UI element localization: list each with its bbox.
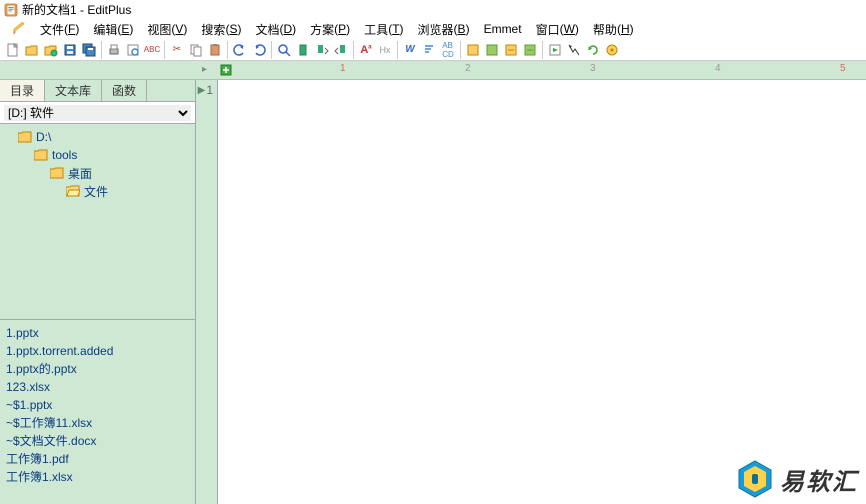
file-item[interactable]: 工作簿1.pdf	[6, 450, 189, 468]
tree-label: 桌面	[68, 165, 92, 182]
tool-bookmark-next[interactable]	[313, 41, 331, 59]
ruler-mark-3: 3	[590, 63, 596, 74]
drive-select[interactable]: [D:] 软件	[4, 105, 191, 121]
file-item[interactable]: 1.pptx	[6, 324, 189, 342]
tool-save[interactable]	[61, 41, 79, 59]
tool-box3[interactable]	[502, 41, 520, 59]
tool-bookmark-prev[interactable]	[332, 41, 350, 59]
gutter: ▶1	[196, 80, 218, 504]
editor: ▶1	[196, 80, 866, 504]
watermark-icon	[738, 460, 772, 498]
tree-item[interactable]: 文件	[2, 182, 193, 200]
tree-label: tools	[52, 148, 77, 162]
tool-cut[interactable]: ✂	[168, 41, 186, 59]
tool-undo[interactable]	[231, 41, 249, 59]
tool-print[interactable]	[105, 41, 123, 59]
menu-edit[interactable]: 编辑(E)	[87, 20, 139, 39]
file-item[interactable]: ~$文档文件.docx	[6, 432, 189, 450]
tree-item[interactable]: 桌面	[2, 164, 193, 182]
tab-functions[interactable]: 函数	[102, 80, 147, 101]
tree-label: 文件	[84, 183, 108, 200]
tool-sort1[interactable]	[420, 41, 438, 59]
tool-paste[interactable]	[206, 41, 224, 59]
toolbar: ABC ✂ Aa Hx W ABCD	[0, 39, 866, 61]
folder-tree[interactable]: D:\ tools 桌面 文件	[0, 124, 195, 319]
tab-cliptext[interactable]: 文本库	[45, 80, 102, 101]
line-number: ▶1	[196, 82, 217, 98]
watermark: 易软汇	[738, 460, 858, 498]
tool-wrap[interactable]: W	[401, 41, 419, 59]
side-panel: 目录 文本库 函数 [D:] 软件 D:\ tools 桌面	[0, 80, 196, 504]
current-line-arrow-icon: ▶	[198, 85, 206, 96]
tool-open[interactable]	[23, 41, 41, 59]
tool-box4[interactable]	[521, 41, 539, 59]
folder-icon	[34, 149, 48, 161]
menu-project[interactable]: 方案(P)	[304, 20, 356, 39]
file-item[interactable]: 工作簿1.xlsx	[6, 468, 189, 486]
tool-box1[interactable]	[464, 41, 482, 59]
tool-saveall[interactable]	[80, 41, 98, 59]
tool-run[interactable]	[546, 41, 564, 59]
tool-preview[interactable]	[124, 41, 142, 59]
text-editor[interactable]	[218, 80, 866, 504]
folder-open-icon	[66, 185, 80, 197]
menu-icon	[6, 21, 32, 37]
ruler: ▸ 1 2 3 4 5	[0, 61, 866, 80]
tree-item[interactable]: D:\	[2, 128, 193, 146]
tool-find[interactable]	[275, 41, 293, 59]
ruler-mark-5: 5	[840, 63, 846, 74]
file-item[interactable]: 1.pptx.torrent.added	[6, 342, 189, 360]
tree-label: D:\	[36, 130, 51, 144]
menu-search[interactable]: 搜索(S)	[195, 20, 247, 39]
tool-openremote[interactable]	[42, 41, 60, 59]
tool-new[interactable]	[4, 41, 22, 59]
menu-browser[interactable]: 浏览器(B)	[412, 20, 476, 39]
menu-bar: 文件(F) 编辑(E) 视图(V) 搜索(S) 文档(D) 方案(P) 工具(T…	[0, 19, 866, 39]
folder-icon	[50, 167, 64, 179]
file-item[interactable]: 1.pptx的.pptx	[6, 360, 189, 378]
tool-sort2[interactable]: ABCD	[439, 41, 457, 59]
menu-help[interactable]: 帮助(H)	[587, 20, 640, 39]
file-item[interactable]: ~$工作簿11.xlsx	[6, 414, 189, 432]
watermark-text: 易软汇	[780, 462, 858, 497]
tool-box2[interactable]	[483, 41, 501, 59]
side-tabs: 目录 文本库 函数	[0, 80, 195, 102]
ruler-mark-2: 2	[465, 63, 471, 74]
menu-emmet[interactable]: Emmet	[478, 21, 528, 37]
ruler-mark-4: 4	[715, 63, 721, 74]
tool-redo[interactable]	[250, 41, 268, 59]
tool-hex[interactable]: Hx	[376, 41, 394, 59]
file-list[interactable]: 1.pptx 1.pptx.torrent.added 1.pptx的.pptx…	[0, 319, 195, 504]
tool-arrow[interactable]	[565, 41, 583, 59]
tool-bookmark[interactable]	[294, 41, 312, 59]
tool-font[interactable]: Aa	[357, 41, 375, 59]
tool-gear[interactable]	[603, 41, 621, 59]
file-item[interactable]: ~$1.pptx	[6, 396, 189, 414]
menu-view[interactable]: 视图(V)	[141, 20, 193, 39]
file-item[interactable]: 123.xlsx	[6, 378, 189, 396]
ruler-mark-1: 1	[340, 63, 346, 74]
title-bar: 新的文档1 - EditPlus	[0, 0, 866, 19]
menu-window[interactable]: 窗口(W)	[530, 20, 585, 39]
menu-doc[interactable]: 文档(D)	[249, 20, 302, 39]
window-title: 新的文档1 - EditPlus	[22, 1, 131, 18]
menu-tools[interactable]: 工具(T)	[358, 20, 409, 39]
drive-select-row: [D:] 软件	[0, 102, 195, 124]
app-icon	[4, 3, 18, 17]
tool-sync[interactable]	[584, 41, 602, 59]
folder-icon	[18, 131, 32, 143]
tab-directory[interactable]: 目录	[0, 80, 45, 101]
menu-file[interactable]: 文件(F)	[34, 20, 85, 39]
tree-item[interactable]: tools	[2, 146, 193, 164]
tool-copy[interactable]	[187, 41, 205, 59]
tool-spellcheck[interactable]: ABC	[143, 41, 161, 59]
